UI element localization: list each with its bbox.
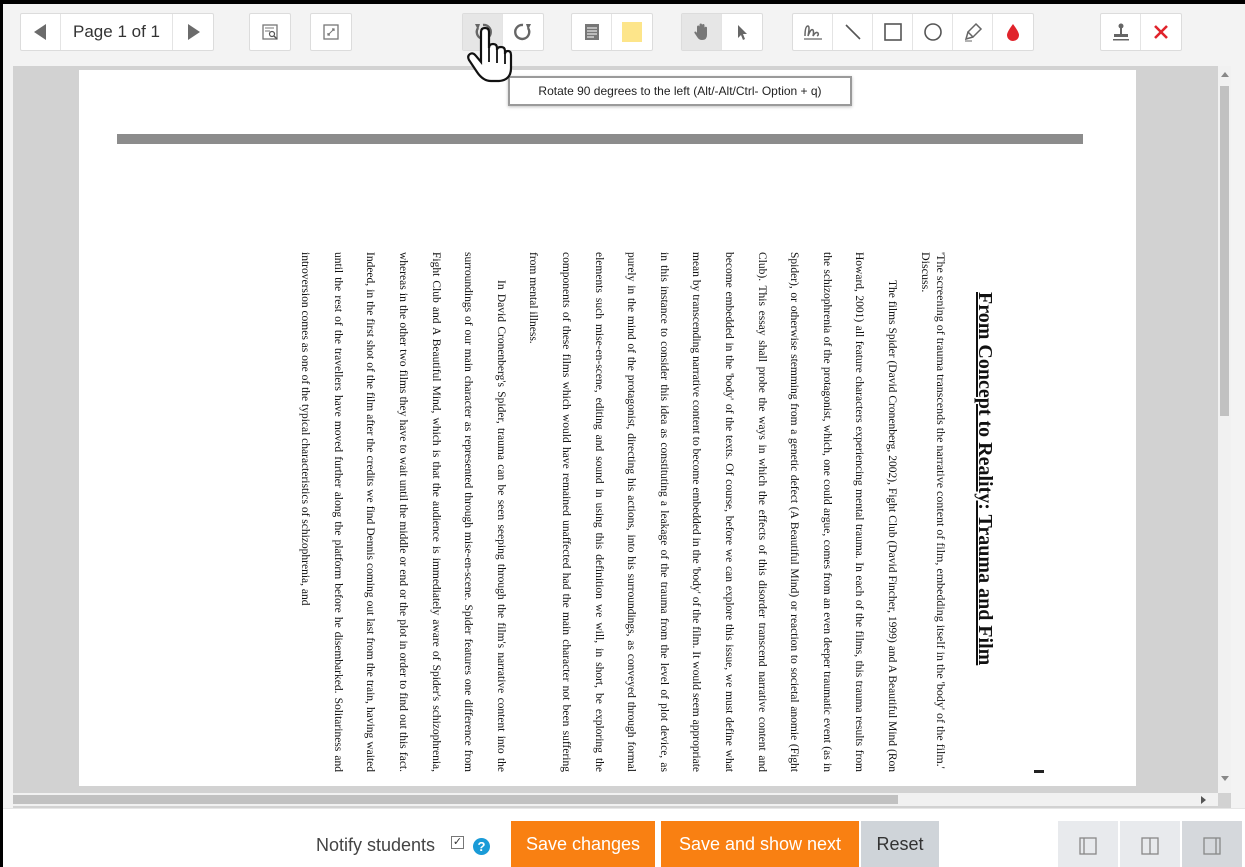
scroll-right-icon[interactable]	[1201, 796, 1206, 804]
notify-students-label: Notify students	[316, 835, 436, 855]
search-group	[249, 13, 291, 51]
layout-collapse-review-button[interactable]	[1058, 821, 1118, 867]
line-icon	[844, 24, 861, 40]
panel-right-icon	[1203, 837, 1221, 855]
pan-button[interactable]	[682, 14, 722, 50]
highlighter-icon	[964, 22, 982, 42]
search-comments-icon	[262, 24, 278, 40]
document-page[interactable]: From Concept to Reality: Trauma and Film…	[79, 70, 1136, 786]
essay-paragraph: The films Spider (David Cronenberg, 2002…	[527, 252, 898, 772]
comment-icon	[584, 24, 599, 40]
annotation-toolbar: Page 1 of 1	[3, 4, 1245, 66]
horizontal-scrollbar[interactable]	[13, 793, 1218, 806]
stamp-icon	[1112, 23, 1129, 41]
rectangle-icon	[883, 23, 902, 41]
select-button[interactable]	[722, 14, 762, 50]
pan-select-group	[681, 13, 763, 51]
oval-button[interactable]	[913, 14, 953, 50]
scroll-down-icon[interactable]	[1221, 776, 1229, 781]
layout-collapse-grade-button[interactable]	[1182, 821, 1242, 867]
pen-button[interactable]	[793, 14, 833, 50]
search-comments-button[interactable]	[250, 14, 290, 50]
notify-students-checkbox[interactable]: ✓	[451, 836, 464, 849]
stamp-button[interactable]	[1101, 14, 1141, 50]
essay-prompt: 'The screening of trauma transcends the …	[919, 252, 948, 769]
expand-view-button[interactable]	[311, 14, 351, 50]
layout-default-button[interactable]	[1120, 821, 1180, 867]
essay-body: The films Spider (David Cronenberg, 2002…	[289, 252, 908, 772]
rotate-tooltip: Rotate 90 degrees to the left (Alt/-Alt/…	[508, 76, 852, 106]
page-number-mark	[1034, 770, 1044, 773]
stamp-delete-group	[1100, 13, 1182, 51]
rotated-page-content: From Concept to Reality: Trauma and Film…	[178, 242, 1008, 782]
color-swatch-icon	[622, 22, 642, 42]
panel-split-icon	[1141, 837, 1159, 855]
page-indicator: Page 1 of 1	[61, 14, 173, 50]
triangle-left-icon	[33, 24, 46, 40]
panel-left-icon	[1079, 837, 1097, 855]
hand-icon	[693, 23, 707, 40]
triangle-right-icon	[188, 24, 200, 40]
expand-icon	[323, 24, 339, 40]
help-icon[interactable]: ?	[473, 838, 490, 855]
essay-paragraph: In David Cronenberg's Spider, trauma can…	[299, 252, 507, 772]
page-nav-group: Page 1 of 1	[20, 13, 214, 51]
save-and-show-next-button[interactable]: Save and show next	[661, 821, 859, 867]
grader-window: Page 1 of 1 From Concept to Reality: Tra…	[0, 0, 1245, 867]
annotation-color-button[interactable]	[993, 14, 1033, 50]
drop-icon	[1007, 24, 1019, 41]
color-button[interactable]	[612, 14, 652, 50]
rectangle-button[interactable]	[873, 14, 913, 50]
hand-pointer-cursor-icon	[467, 26, 513, 83]
next-page-button[interactable]	[173, 14, 213, 50]
comment-button[interactable]	[572, 14, 612, 50]
oval-icon	[923, 23, 942, 41]
line-button[interactable]	[833, 14, 873, 50]
comment-group	[571, 13, 653, 51]
expand-group	[310, 13, 352, 51]
arrow-pointer-icon	[738, 25, 747, 40]
reset-button[interactable]: Reset	[861, 821, 939, 867]
document-title: From Concept to Reality: Trauma and Film	[974, 292, 996, 666]
scroll-up-icon[interactable]	[1221, 72, 1229, 77]
prev-page-button[interactable]	[21, 14, 61, 50]
pen-icon	[803, 25, 822, 40]
save-changes-button[interactable]: Save changes	[511, 821, 655, 867]
close-icon	[1154, 25, 1168, 39]
delete-button[interactable]	[1141, 14, 1181, 50]
page-header-band	[117, 134, 1083, 144]
grading-footer: Notify students ✓ ? Save changes Save an…	[3, 808, 1245, 867]
horizontal-scroll-thumb[interactable]	[13, 795, 898, 804]
highlight-button[interactable]	[953, 14, 993, 50]
drawing-tools-group	[792, 13, 1034, 51]
vertical-scroll-thumb[interactable]	[1220, 86, 1229, 416]
rotate-right-icon	[514, 23, 531, 41]
pdf-viewer[interactable]: From Concept to Reality: Trauma and Film…	[13, 66, 1231, 808]
vertical-scrollbar[interactable]	[1218, 66, 1231, 793]
